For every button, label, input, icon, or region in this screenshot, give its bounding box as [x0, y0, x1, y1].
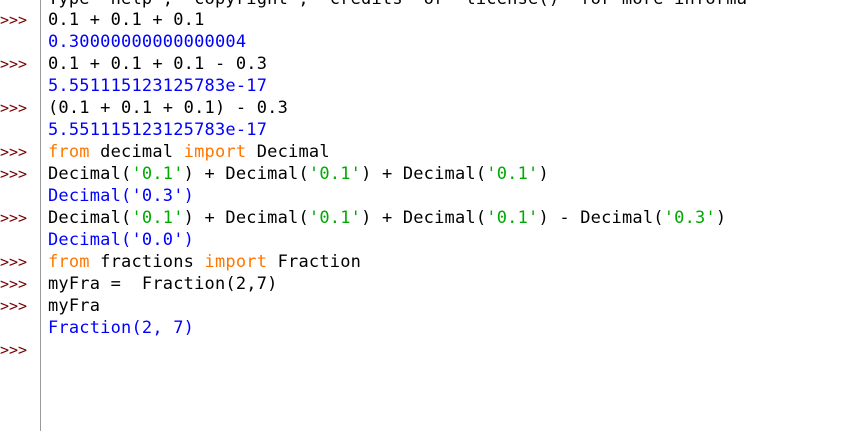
prompt-marker: >>> [0, 143, 28, 161]
prompt-marker: >>> [0, 55, 28, 73]
keyword-token: import [204, 252, 268, 272]
shell-output-line: Decimal('0.3') [48, 185, 194, 207]
prompt-marker: >>> [0, 297, 28, 315]
prompt-marker: >>> [0, 165, 28, 183]
code-token: ) + Decimal( [183, 208, 309, 228]
shell-input-line[interactable]: from fractions import Fraction [48, 251, 361, 273]
shell-output-line: 0.30000000000000004 [48, 31, 246, 53]
keyword-token: import [183, 142, 247, 162]
code-token: Decimal( [48, 164, 132, 184]
shell-output-line: 5.551115123125783e-17 [48, 119, 267, 141]
code-token: fractions [89, 252, 205, 272]
shell-input-line[interactable]: Decimal('0.1') + Decimal('0.1') + Decima… [48, 163, 549, 185]
code-token: Fraction [267, 252, 362, 272]
keyword-token: from [48, 252, 90, 272]
prompt-marker: >>> [0, 209, 28, 227]
prompt-marker: >>> [0, 99, 28, 117]
python-idle-shell[interactable]: Type "help", "copyright", "credits" or "… [0, 0, 847, 431]
string-token: '0.1' [486, 164, 539, 184]
code-token: Decimal [246, 142, 330, 162]
code-token: myFra = Fraction(2,7) [48, 274, 278, 294]
code-token: myFra [48, 296, 101, 316]
code-token: decimal [89, 142, 184, 162]
output-token: Decimal('0.3') [48, 186, 195, 206]
string-token: '0.1' [486, 208, 539, 228]
code-token: ) - Decimal( [538, 208, 664, 228]
string-token: '0.1' [131, 164, 184, 184]
shell-output-line: Fraction(2, 7) [48, 317, 194, 339]
shell-input-line[interactable]: myFra [48, 295, 100, 317]
string-token: '0.3' [663, 208, 716, 228]
prompt-marker: >>> [0, 275, 28, 293]
shell-input-line[interactable]: Decimal('0.1') + Decimal('0.1') + Decima… [48, 207, 726, 229]
shell-input-line[interactable]: myFra = Fraction(2,7) [48, 273, 278, 295]
shell-input-line[interactable]: from decimal import Decimal [48, 141, 330, 163]
output-token: Fraction(2, 7) [48, 318, 195, 338]
string-token: '0.1' [131, 208, 184, 228]
output-token: 0.30000000000000004 [48, 32, 247, 52]
prompt-marker: >>> [0, 11, 28, 29]
string-token: '0.1' [308, 164, 362, 184]
prompt-marker: >>> [0, 341, 28, 359]
keyword-token: from [48, 142, 90, 162]
gutter-separator [40, 0, 41, 431]
output-token: 5.551115123125783e-17 [48, 120, 268, 140]
shell-input-line[interactable]: 0.1 + 0.1 + 0.1 - 0.3 [48, 53, 267, 75]
code-token: ) + Decimal( [361, 164, 487, 184]
code-token: 0.1 + 0.1 + 0.1 - 0.3 [48, 54, 268, 74]
code-token: ) [715, 208, 727, 228]
code-token: 0.1 + 0.1 + 0.1 [48, 10, 205, 30]
shell-output-line: 5.551115123125783e-17 [48, 75, 267, 97]
prompt-marker: >>> [0, 253, 28, 271]
code-token: ) [538, 164, 549, 184]
string-token: '0.1' [308, 208, 362, 228]
shell-input-line[interactable]: 0.1 + 0.1 + 0.1 [48, 9, 205, 31]
code-token: Decimal( [48, 208, 132, 228]
output-token: 5.551115123125783e-17 [48, 76, 268, 96]
code-token: ) + Decimal( [183, 164, 309, 184]
shell-input-line[interactable]: (0.1 + 0.1 + 0.1) - 0.3 [48, 97, 288, 119]
code-token: ) + Decimal( [361, 208, 487, 228]
output-token: Decimal('0.0') [48, 230, 195, 250]
code-token: (0.1 + 0.1 + 0.1) - 0.3 [48, 98, 289, 118]
shell-output-line: Decimal('0.0') [48, 229, 194, 251]
